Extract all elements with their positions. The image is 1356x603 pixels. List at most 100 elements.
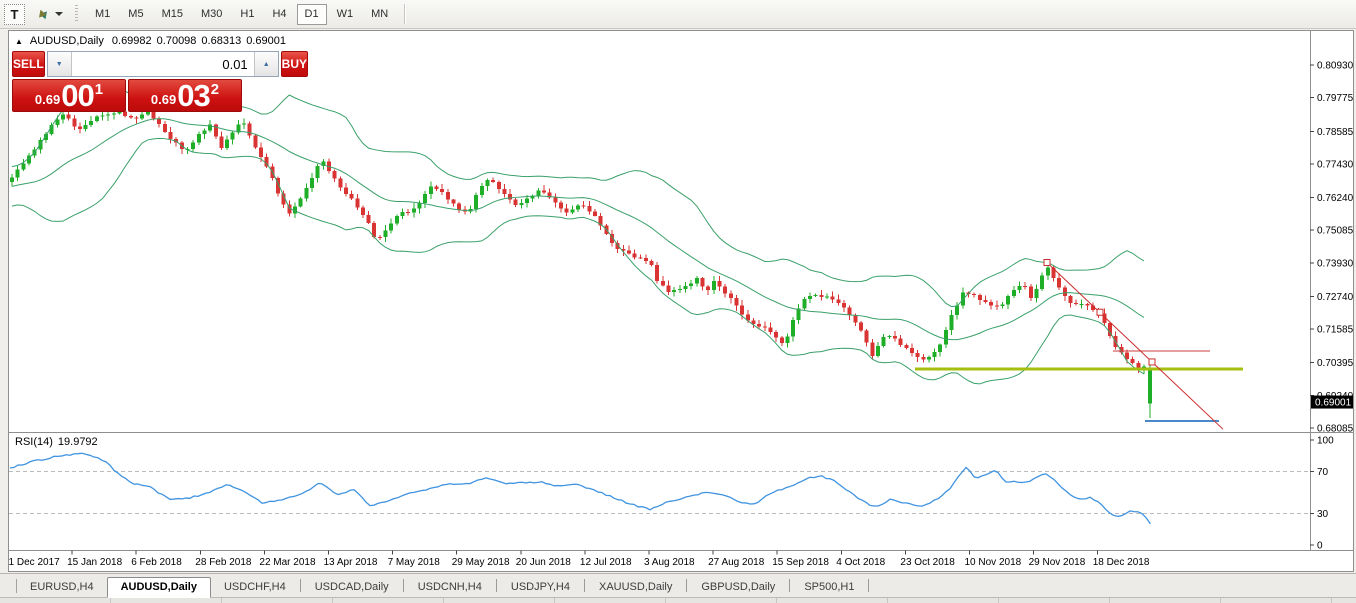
one-click-panel-toggle-icon[interactable]: ▲ xyxy=(15,37,23,46)
candle-body xyxy=(740,306,744,315)
candle-body xyxy=(491,180,495,182)
rsi-axis-label: 0 xyxy=(1317,541,1323,552)
candle-body xyxy=(865,330,869,342)
candle-body xyxy=(955,306,959,316)
toolbar-grip xyxy=(75,5,78,23)
sell-button[interactable]: SELL xyxy=(12,51,45,77)
candle-body xyxy=(112,113,116,114)
trendline-anchor-handle[interactable] xyxy=(1044,259,1050,265)
timeframe-button-m30[interactable]: M30 xyxy=(193,4,230,25)
price-axis-label: 0.77430 xyxy=(1317,159,1353,170)
price-axis-label: 0.72740 xyxy=(1317,292,1353,303)
chart-tab-sp500-h1[interactable]: SP500,H1 xyxy=(791,578,867,597)
candle-body xyxy=(78,126,82,129)
price-axis-label: 0.78585 xyxy=(1317,127,1353,138)
rsi-axis-label: 70 xyxy=(1317,467,1329,478)
candle-body xyxy=(582,205,586,206)
trendline-anchor-handle[interactable] xyxy=(1149,359,1155,365)
candle-body xyxy=(933,352,937,357)
candle-body xyxy=(706,286,710,290)
candle-body xyxy=(757,324,761,327)
timeframe-button-group: M1M5M15M30H1H4D1W1MN xyxy=(86,4,397,25)
candle-body xyxy=(899,338,903,345)
trendline-anchor-handle[interactable] xyxy=(1097,309,1103,315)
chart-tab-usdchf-h4[interactable]: USDCHF,H4 xyxy=(211,578,299,597)
text-label-tool-button[interactable]: T xyxy=(4,4,25,25)
candle-body xyxy=(299,198,303,206)
timeframe-button-w1[interactable]: W1 xyxy=(329,4,362,25)
candle-body xyxy=(451,200,455,204)
candle-body xyxy=(938,344,942,351)
timeframe-button-m1[interactable]: M1 xyxy=(87,4,118,25)
candle-body xyxy=(927,357,931,359)
candle-body xyxy=(734,298,738,306)
chart-tab-usdcnh-h4[interactable]: USDCNH,H4 xyxy=(405,578,495,597)
candle-body xyxy=(559,202,563,208)
candle-body xyxy=(887,336,891,337)
candle-body xyxy=(627,251,631,254)
candle-body xyxy=(570,210,574,213)
timeframe-button-d1[interactable]: D1 xyxy=(297,4,327,25)
candle-body xyxy=(989,302,993,306)
candle-body xyxy=(542,190,546,192)
candle-body xyxy=(904,345,908,348)
candle-body xyxy=(842,303,846,308)
timeframe-button-m15[interactable]: M15 xyxy=(154,4,191,25)
timeframe-button-mn[interactable]: MN xyxy=(363,4,396,25)
candle-body xyxy=(21,164,25,170)
candle-body xyxy=(304,188,308,198)
candle-body xyxy=(197,134,201,143)
candle-body xyxy=(825,297,829,298)
rsi-axis-label: 100 xyxy=(1317,436,1334,447)
candle-body xyxy=(882,337,886,346)
timeframe-button-h1[interactable]: H1 xyxy=(232,4,262,25)
volume-increase-button[interactable]: ▲ xyxy=(254,52,278,76)
candle-body xyxy=(316,166,320,178)
price-axis-label: 0.73930 xyxy=(1317,258,1353,269)
candle-body xyxy=(695,278,699,283)
candle-body xyxy=(689,284,693,286)
chart-tab-audusd-daily[interactable]: AUDUSD,Daily xyxy=(107,577,211,598)
volume-input[interactable] xyxy=(72,52,254,76)
price-axis-label: 0.70395 xyxy=(1317,358,1353,369)
buy-button[interactable]: BUY xyxy=(281,51,308,77)
candle-body xyxy=(168,132,172,139)
candle-body xyxy=(157,118,161,123)
date-label: 20 Jun 2018 xyxy=(516,557,571,568)
arrows-tool-button[interactable] xyxy=(34,3,65,25)
chart-tab-eurusd-h4[interactable]: EURUSD,H4 xyxy=(17,578,107,597)
timeframe-button-m5[interactable]: M5 xyxy=(120,4,151,25)
candle-body xyxy=(248,123,252,135)
timeframe-button-h4[interactable]: H4 xyxy=(264,4,294,25)
chart-tab-usdjpy-h4[interactable]: USDJPY,H4 xyxy=(498,578,583,597)
volume-decrease-button[interactable]: ▼ xyxy=(48,52,72,76)
candle-body xyxy=(242,123,246,124)
candle-body xyxy=(140,114,144,118)
chart-background xyxy=(9,31,1353,571)
chart-tab-gbpusd-daily[interactable]: GBPUSD,Daily xyxy=(688,578,788,597)
candle-body xyxy=(633,254,637,258)
candle-body xyxy=(661,281,665,286)
candle-body xyxy=(101,116,105,117)
tab-separator xyxy=(300,579,301,592)
candle-body xyxy=(129,116,133,118)
date-label: 6 Feb 2018 xyxy=(131,557,182,568)
candle-body xyxy=(10,178,14,182)
candle-body xyxy=(135,118,139,119)
candle-body xyxy=(401,212,405,216)
chart-canvas[interactable]: 0.809300.797750.785850.774300.762400.750… xyxy=(9,31,1353,571)
chart-tab-xauusd-daily[interactable]: XAUUSD,Daily xyxy=(586,578,685,597)
candle-body xyxy=(67,115,71,119)
date-label: 15 Jan 2018 xyxy=(67,557,122,568)
chart-tab-usdcad-daily[interactable]: USDCAD,Daily xyxy=(302,578,402,597)
candle-body xyxy=(163,124,167,132)
buy-price-display: 0.69 03 2 xyxy=(128,79,242,112)
date-label: 13 Apr 2018 xyxy=(324,557,378,568)
candle-body xyxy=(644,258,648,261)
date-label: 21 Dec 2017 xyxy=(9,557,60,568)
top-toolbar: T M1M5M15M30H1H4D1W1MN xyxy=(0,0,1356,29)
candle-body xyxy=(429,187,433,195)
sell-price-big-digits: 00 xyxy=(61,80,93,111)
candle-body xyxy=(350,194,354,199)
candle-body xyxy=(853,315,857,323)
